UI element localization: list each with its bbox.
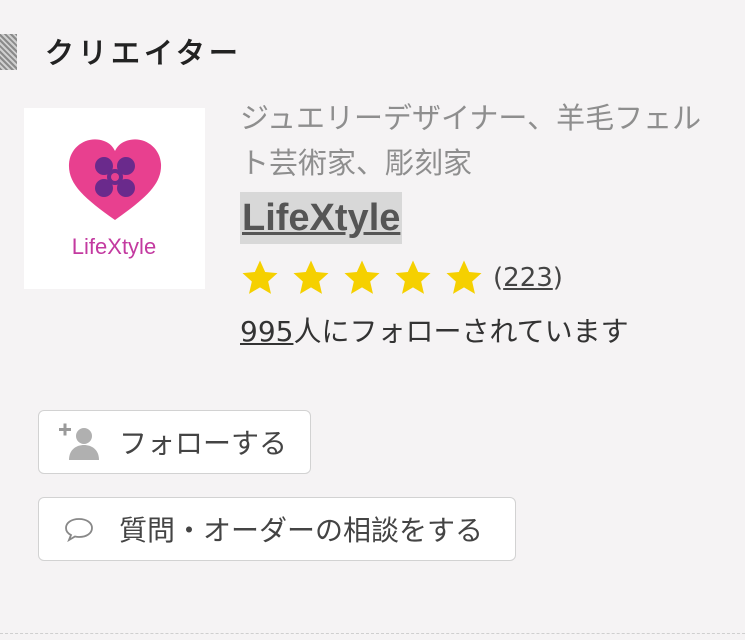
logo-text: LifeXtyle	[72, 234, 156, 259]
review-close-paren: )	[552, 263, 563, 293]
ask-button-label: 質問・オーダーの相談をする	[119, 514, 484, 547]
section-marker	[0, 34, 17, 70]
follow-button-label: フォローする	[119, 427, 288, 460]
speech-bubble-icon	[39, 516, 119, 542]
review-count: (223)	[493, 263, 563, 293]
creator-role: ジュエリーデザイナー、羊毛フェルト芸術家、彫刻家	[240, 101, 702, 180]
star-icon	[293, 260, 329, 294]
rating-stars: (223)	[240, 256, 563, 300]
star-icon	[446, 260, 482, 294]
star-icon	[395, 260, 431, 294]
section-title: クリエイター	[45, 36, 242, 70]
review-open-paren: (	[493, 263, 504, 293]
creator-logo[interactable]: LifeXtyle	[24, 108, 205, 289]
creator-name-link[interactable]: LifeXtyle	[240, 192, 403, 244]
heart-logo-icon: LifeXtyle	[68, 139, 162, 259]
follow-button[interactable]: フォローする	[38, 410, 311, 474]
review-count-link[interactable]: 223	[503, 263, 553, 293]
follower-count-link[interactable]: 995	[240, 315, 293, 348]
divider	[0, 633, 745, 635]
star-icon	[242, 260, 278, 294]
follower-suffix: 人にフォローされています	[293, 315, 629, 348]
star-icon	[344, 260, 380, 294]
ask-button[interactable]: 質問・オーダーの相談をする	[38, 497, 516, 561]
add-user-icon	[39, 422, 119, 462]
follower-count-line: 995人にフォローされています	[240, 310, 629, 350]
